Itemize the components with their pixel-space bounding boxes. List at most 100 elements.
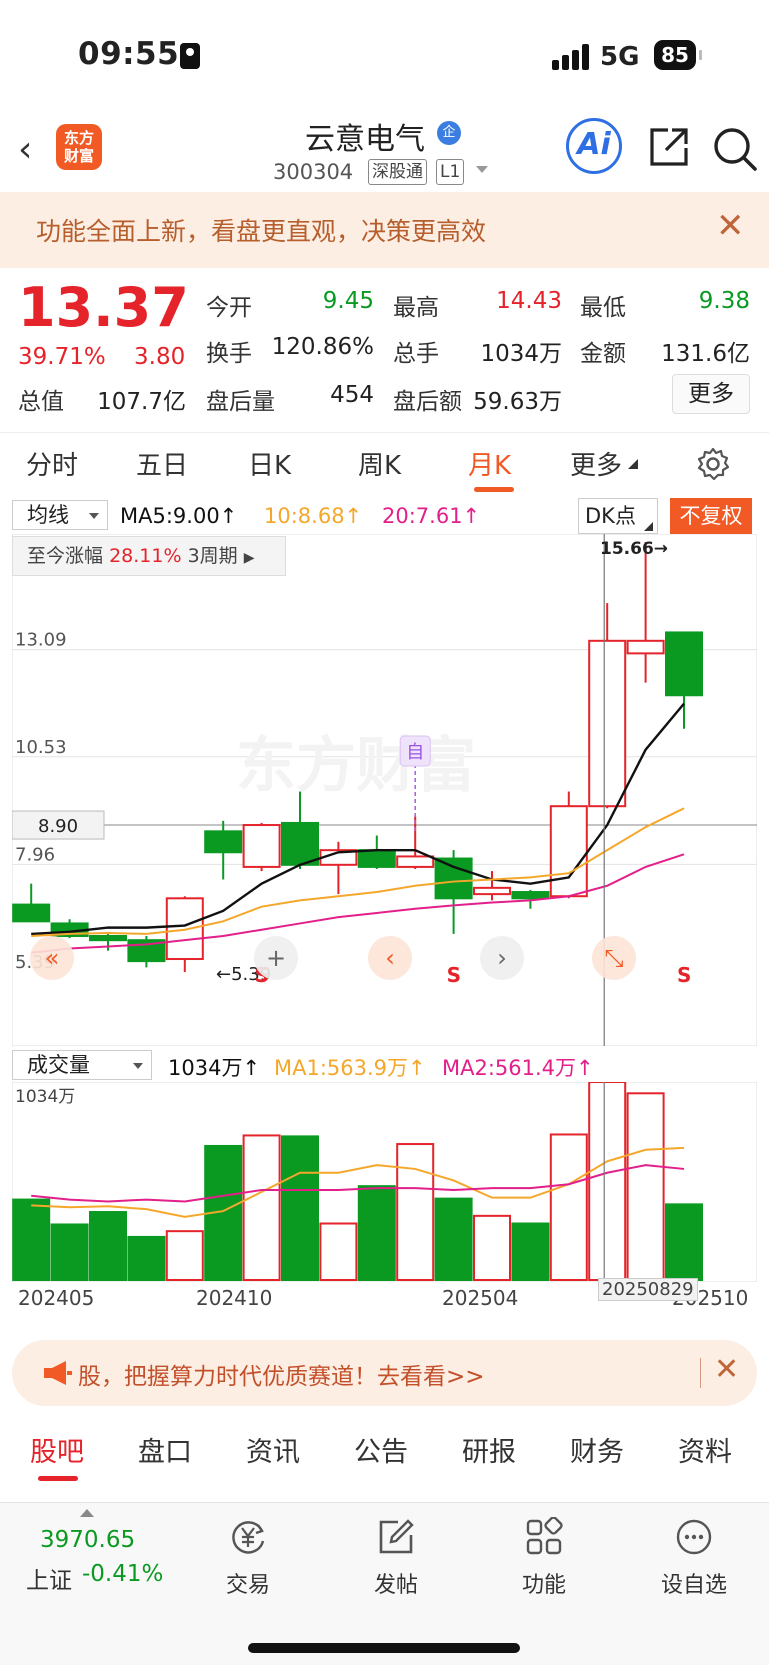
open-value: 9.45: [322, 288, 374, 314]
settings-gear-icon[interactable]: [696, 447, 730, 481]
tab-weekly-k[interactable]: 周K: [358, 445, 401, 482]
high-label: 15.66→: [600, 539, 668, 559]
range-label: 至今涨幅: [27, 545, 104, 567]
s-marker: S: [447, 963, 461, 987]
promo-banner[interactable]: 股，把握算力时代优质赛道！去看看>> ✕: [12, 1340, 757, 1406]
s-marker: S: [677, 963, 691, 987]
orientation-lock-icon: [180, 43, 200, 69]
candle-body: [511, 891, 550, 900]
yen-exchange-icon: [232, 1521, 265, 1554]
back-button[interactable]: ‹: [18, 130, 48, 170]
open-label: 今开: [206, 295, 252, 321]
candle-body: [588, 639, 627, 808]
stock-name: 云意电气: [305, 122, 425, 157]
range-pct: 28.11%: [109, 545, 182, 567]
kline-chart[interactable]: 13.0910.537.965.39东方财富8.9015.66→←5.39自SS…: [11, 533, 758, 1047]
candle-body: [165, 897, 204, 961]
tab-intraday[interactable]: 分时: [26, 445, 78, 482]
volume-bar-down: [357, 1185, 396, 1281]
stock-header: ‹ 东方 财富 云意电气 企 300304 深股通 L1 Ai: [0, 110, 769, 192]
volume-bar-down: [434, 1197, 473, 1281]
chart-indicator-bar: 均线 MA5:9.00↑ 10:8.68↑ 20:7.61↑ DK点 不复权: [0, 496, 769, 534]
candle-body: [434, 857, 473, 900]
content-tabs: 股吧 盘口 资讯 公告 研报 财务 资料: [0, 1418, 769, 1488]
volume-svg: 1034万: [11, 1081, 758, 1283]
functions-button[interactable]: 功能: [484, 1516, 604, 1599]
edit-icon: [379, 1519, 414, 1554]
no-adjust-button[interactable]: 不复权: [670, 498, 752, 534]
ma5-value: MA5:9.00↑: [120, 504, 238, 528]
candle-body: [626, 639, 665, 655]
post-button[interactable]: 发帖: [336, 1517, 456, 1599]
search-icon[interactable]: [712, 126, 758, 172]
amount-value: 131.6亿: [661, 341, 750, 367]
close-icon[interactable]: ✕: [714, 1352, 739, 1387]
index-value: 3970.65: [40, 1527, 136, 1553]
volume-bar-down: [665, 1203, 703, 1281]
chevron-down-icon[interactable]: [476, 166, 488, 173]
tab-research[interactable]: 研报: [462, 1430, 516, 1469]
vol-ma2-value: MA2:561.4万↑: [442, 1056, 594, 1080]
range-change-box[interactable]: 至今涨幅 28.11% 3周期 ▶: [12, 536, 286, 576]
volume-bar-up: [242, 1134, 281, 1281]
period-tabs: 分时 五日 日K 周K 月K 更多: [0, 432, 769, 496]
tab-more[interactable]: 更多: [570, 445, 622, 482]
tab-monthly-k[interactable]: 月K: [468, 445, 511, 482]
add-watchlist-button[interactable]: 设自选: [634, 1517, 754, 1599]
ma20-value: 20:7.61↑: [382, 504, 481, 528]
tab-finance[interactable]: 财务: [570, 1430, 624, 1469]
tab-announcements[interactable]: 公告: [354, 1430, 408, 1469]
grid-icon: [526, 1516, 563, 1555]
status-time: 09:55: [78, 36, 180, 72]
promo-text: 股，把握算力时代优质赛道！去看看>>: [78, 1364, 485, 1390]
change-amount: 3.80: [134, 344, 186, 370]
ma10-value: 10:8.68↑: [264, 504, 363, 528]
stock-code: 300304: [273, 160, 354, 184]
volume-bar-up: [165, 1230, 204, 1281]
after-volume-label: 盘后量: [206, 389, 275, 415]
x-label: 202410: [196, 1286, 273, 1310]
after-volume-value: 454: [330, 382, 374, 408]
feature-banner[interactable]: 功能全面上新，看盘更直观，决策更高效 ✕: [0, 192, 769, 268]
tab-guba[interactable]: 股吧: [30, 1430, 84, 1469]
volume-select[interactable]: 成交量: [12, 1050, 152, 1080]
chart-nav-icon: ⤡: [604, 944, 623, 972]
share-icon[interactable]: [648, 126, 690, 168]
high-value: 14.43: [496, 288, 562, 314]
turnover-label: 换手: [206, 341, 252, 367]
triangle-icon: [644, 522, 653, 531]
tab-pankou[interactable]: 盘口: [138, 1430, 192, 1469]
vol-ma1-value: MA1:563.9万↑: [274, 1056, 426, 1080]
chart-nav-icon: «: [45, 944, 60, 972]
indicator-select[interactable]: 均线: [12, 500, 108, 530]
enterprise-badge-icon: 企: [437, 121, 461, 145]
volume-bar-down: [127, 1235, 166, 1281]
tab-daily-k[interactable]: 日K: [248, 445, 291, 482]
volume-bar-up: [588, 1081, 627, 1281]
close-icon[interactable]: ✕: [716, 206, 745, 246]
kline-svg: 13.0910.537.965.39东方财富8.9015.66→←5.39自SS…: [11, 533, 758, 1047]
volume-label: 总手: [393, 341, 439, 367]
more-button[interactable]: 更多: [672, 374, 750, 414]
tab-profile[interactable]: 资料: [678, 1430, 732, 1469]
ai-button[interactable]: Ai: [566, 118, 622, 174]
tab-five-day[interactable]: 五日: [136, 445, 188, 482]
home-indicator: [248, 1643, 520, 1653]
y-tick-label: 10.53: [15, 737, 67, 758]
volume-chart[interactable]: 1034万: [11, 1081, 758, 1283]
index-name: 上证: [26, 1568, 72, 1594]
candle-body: [665, 631, 703, 697]
active-tab-indicator: [474, 487, 514, 492]
volume-bar-up: [319, 1222, 358, 1281]
network-type: 5G: [600, 42, 640, 72]
chart-nav-icon: ‹: [385, 944, 395, 972]
low-value: 9.38: [698, 288, 750, 314]
after-amount-label: 盘后额: [393, 389, 462, 415]
y-tick-label: 13.09: [15, 630, 67, 651]
chart-nav-icon: +: [266, 944, 286, 972]
high-label: 最高: [393, 295, 439, 321]
trade-button[interactable]: 交易: [188, 1517, 308, 1599]
crosshair-price: 8.90: [38, 816, 78, 837]
volume-bar-down: [50, 1223, 89, 1281]
tab-news[interactable]: 资讯: [246, 1430, 300, 1469]
